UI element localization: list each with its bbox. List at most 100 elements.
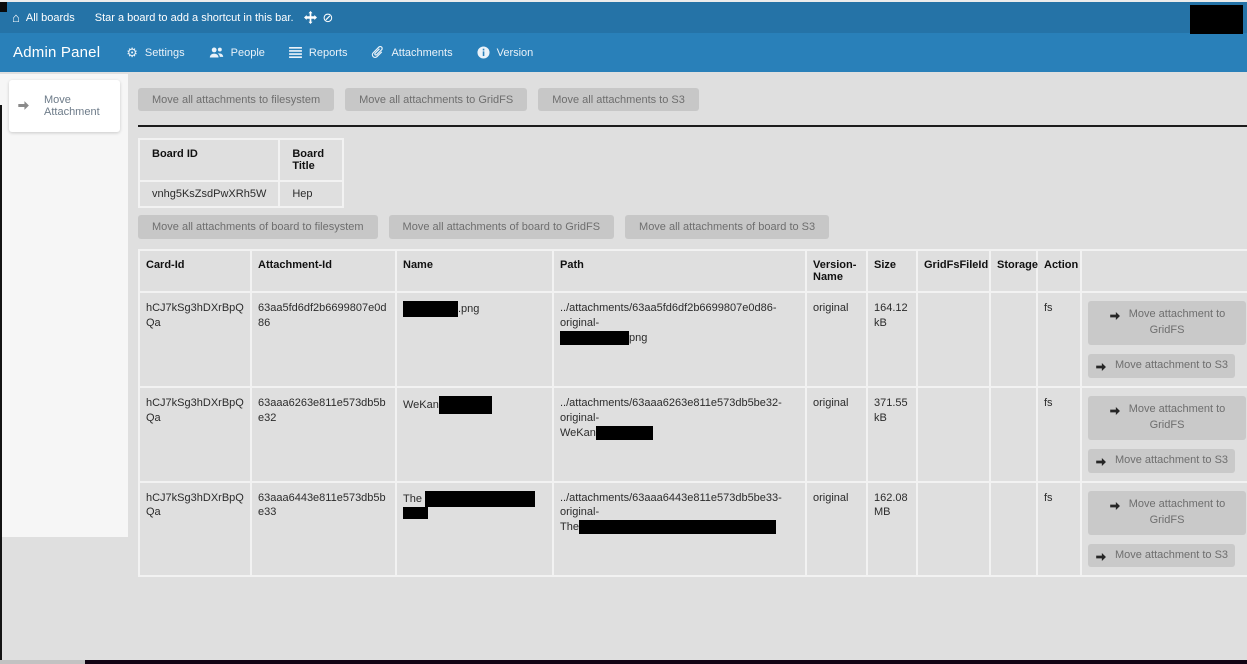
attachment-id-cell: 63aaa6443e811e573db5be33 bbox=[251, 482, 396, 577]
gridfsfileid-cell bbox=[917, 387, 990, 482]
all-boards-link[interactable]: ⌂ All boards bbox=[12, 11, 75, 24]
table-row: hCJ7kSg3hDXrBpQQa 63aaa6263e811e573db5be… bbox=[139, 387, 1247, 482]
nav-item-reports[interactable]: Reports bbox=[289, 47, 348, 59]
screen-corner-artifact bbox=[0, 2, 7, 12]
size-cell: 162.08 MB bbox=[867, 482, 917, 577]
sidebar-item-label: Move Attachment bbox=[44, 94, 112, 118]
redacted-text bbox=[403, 507, 428, 519]
arrow-right-icon bbox=[1109, 405, 1121, 417]
name-cell: .png bbox=[396, 292, 553, 387]
name-header: Name bbox=[396, 250, 553, 292]
version-name-cell: original bbox=[806, 387, 867, 482]
move-all-to-s3-button[interactable]: Move all attachments to S3 bbox=[538, 88, 699, 111]
move-attachment-to-s3-button[interactable]: Move attachment to S3 bbox=[1088, 354, 1235, 378]
page-title: Admin Panel bbox=[13, 44, 100, 61]
nav-item-attachments[interactable]: Attachments bbox=[371, 46, 452, 59]
move-attachment-to-gridfs-button[interactable]: Move attachment to GridFS bbox=[1088, 491, 1246, 535]
screen-edge-artifact bbox=[0, 105, 2, 662]
admin-nav: ⚙ Settings People Reports Attachments bbox=[126, 46, 533, 59]
action-cell: fs bbox=[1037, 387, 1081, 482]
action-cell: fs bbox=[1037, 482, 1081, 577]
card-id-cell: hCJ7kSg3hDXrBpQQa bbox=[139, 292, 251, 387]
buttons-header bbox=[1081, 250, 1247, 292]
divider bbox=[138, 125, 1247, 127]
action-header: Action bbox=[1037, 250, 1081, 292]
board-title-header: Board Title bbox=[279, 139, 343, 181]
ban-icon[interactable]: ⊘ bbox=[323, 11, 334, 24]
action-cell: fs bbox=[1037, 292, 1081, 387]
gridfsfileid-cell bbox=[917, 482, 990, 577]
home-icon: ⌂ bbox=[12, 11, 20, 24]
path-header: Path bbox=[553, 250, 806, 292]
nav-label: Reports bbox=[309, 47, 348, 59]
card-id-header: Card-Id bbox=[139, 250, 251, 292]
global-actions: Move all attachments to filesystem Move … bbox=[138, 88, 1247, 111]
nav-item-settings[interactable]: ⚙ Settings bbox=[126, 46, 184, 59]
all-boards-label: All boards bbox=[26, 12, 75, 24]
board-actions: Move all attachments of board to filesys… bbox=[138, 215, 1247, 239]
row-actions-cell: Move attachment to GridFS Move attachmen… bbox=[1081, 482, 1247, 577]
version-name-cell: original bbox=[806, 482, 867, 577]
nav-label: Attachments bbox=[391, 47, 452, 59]
attachments-header-row: Card-Id Attachment-Id Name Path Version-… bbox=[139, 250, 1247, 292]
redacted-text bbox=[596, 426, 653, 440]
table-row: vnhg5KsZsdPwXRh5W Hep bbox=[139, 181, 343, 207]
table-row: hCJ7kSg3hDXrBpQQa 63aa5fd6df2b6699807e0d… bbox=[139, 292, 1247, 387]
path-cell: ../attachments/63aaa6263e811e573db5be32-… bbox=[553, 387, 806, 482]
sidebar-item-move-attachment[interactable]: Move Attachment bbox=[9, 80, 120, 132]
move-attachment-to-gridfs-button[interactable]: Move attachment to GridFS bbox=[1088, 301, 1246, 345]
gridfsfileid-header: GridFsFileId bbox=[917, 250, 990, 292]
size-cell: 371.55 kB bbox=[867, 387, 917, 482]
nav-item-version[interactable]: Version bbox=[477, 46, 534, 59]
people-icon bbox=[209, 46, 224, 59]
redacted-text bbox=[403, 301, 458, 317]
move-cross-icon[interactable] bbox=[304, 11, 317, 24]
arrow-right-icon bbox=[1095, 456, 1107, 468]
nav-label: Version bbox=[497, 47, 534, 59]
screen-edge-artifact bbox=[0, 660, 85, 664]
gridfsfileid-cell bbox=[917, 292, 990, 387]
top-bar: ⌂ All boards Star a board to add a short… bbox=[0, 2, 1247, 33]
redacted-user-area bbox=[1190, 5, 1243, 34]
move-all-to-gridfs-button[interactable]: Move all attachments to GridFS bbox=[345, 88, 527, 111]
redacted-text bbox=[425, 491, 535, 507]
card-id-cell: hCJ7kSg3hDXrBpQQa bbox=[139, 387, 251, 482]
board-title-cell: Hep bbox=[279, 181, 343, 207]
screen-edge-artifact bbox=[85, 660, 1247, 664]
version-name-header: Version-Name bbox=[806, 250, 867, 292]
row-actions-cell: Move attachment to GridFS Move attachmen… bbox=[1081, 292, 1247, 387]
attachment-id-cell: 63aaa6263e811e573db5be32 bbox=[251, 387, 396, 482]
version-name-cell: original bbox=[806, 292, 867, 387]
arrow-right-icon bbox=[1095, 551, 1107, 563]
main-content: Move all attachments to filesystem Move … bbox=[138, 74, 1247, 577]
move-attachment-to-s3-button[interactable]: Move attachment to S3 bbox=[1088, 544, 1235, 568]
star-hint-text: Star a board to add a shortcut in this b… bbox=[95, 12, 294, 24]
gear-icon: ⚙ bbox=[126, 46, 138, 59]
attachment-id-header: Attachment-Id bbox=[251, 250, 396, 292]
nav-label: People bbox=[231, 47, 265, 59]
move-attachment-to-s3-button[interactable]: Move attachment to S3 bbox=[1088, 449, 1235, 473]
card-id-cell: hCJ7kSg3hDXrBpQQa bbox=[139, 482, 251, 577]
arrow-right-icon bbox=[1095, 361, 1107, 373]
attachment-id-cell: 63aa5fd6df2b6699807e0d86 bbox=[251, 292, 396, 387]
sidebar: Move Attachment bbox=[0, 74, 128, 537]
info-icon bbox=[477, 46, 490, 59]
move-board-to-s3-button[interactable]: Move all attachments of board to S3 bbox=[625, 215, 829, 239]
board-id-cell: vnhg5KsZsdPwXRh5W bbox=[139, 181, 279, 207]
move-board-to-gridfs-button[interactable]: Move all attachments of board to GridFS bbox=[389, 215, 614, 239]
name-cell: WeKan bbox=[396, 387, 553, 482]
paperclip-icon bbox=[371, 46, 384, 59]
list-icon bbox=[289, 47, 302, 59]
move-board-to-filesystem-button[interactable]: Move all attachments of board to filesys… bbox=[138, 215, 378, 239]
redacted-text bbox=[579, 520, 776, 534]
path-cell: ../attachments/63aaa6443e811e573db5be33-… bbox=[553, 482, 806, 577]
move-attachment-to-gridfs-button[interactable]: Move attachment to GridFS bbox=[1088, 396, 1246, 440]
storage-cell bbox=[990, 387, 1037, 482]
storage-cell bbox=[990, 292, 1037, 387]
attachments-table: Card-Id Attachment-Id Name Path Version-… bbox=[138, 249, 1247, 577]
nav-item-people[interactable]: People bbox=[209, 46, 265, 59]
wekan-admin-screen: ⌂ All boards Star a board to add a short… bbox=[0, 0, 1247, 664]
move-all-to-filesystem-button[interactable]: Move all attachments to filesystem bbox=[138, 88, 334, 111]
path-cell: ../attachments/63aa5fd6df2b6699807e0d86-… bbox=[553, 292, 806, 387]
admin-bar: Admin Panel ⚙ Settings People Reports bbox=[0, 33, 1247, 72]
